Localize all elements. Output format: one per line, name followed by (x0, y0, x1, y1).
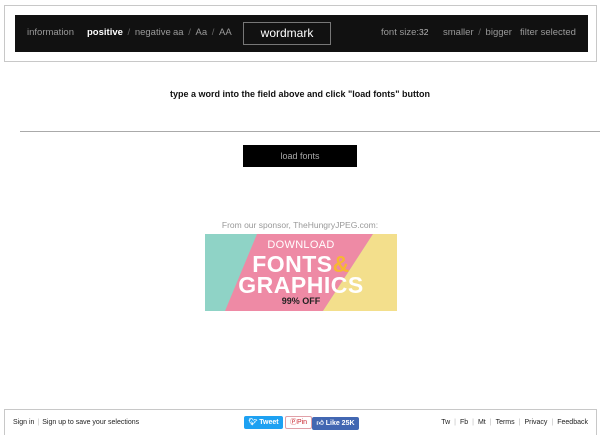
word-input[interactable]: wordmark (243, 22, 331, 45)
divider (20, 131, 600, 132)
footer-separator: | (37, 419, 40, 426)
footer-left: Sign in | Sign up to save your selections (13, 410, 139, 435)
pin-button[interactable]: ⓅPin (285, 416, 312, 429)
footer-separator: | (489, 419, 492, 426)
footer-link-mt[interactable]: Mt (478, 419, 486, 426)
bigger-button[interactable]: bigger (486, 15, 512, 50)
size-separator: / (478, 27, 481, 38)
footer-separator: | (551, 419, 554, 426)
footer-link-fb[interactable]: Fb (460, 419, 468, 426)
case-lower-option[interactable]: aa (173, 15, 184, 50)
case-title-option[interactable]: Aa (196, 15, 208, 50)
footer: Sign in | Sign up to save your selections … (4, 409, 597, 435)
thumbs-up-icon: 👍︎ (316, 420, 324, 427)
information-link[interactable]: information (27, 15, 74, 52)
positive-option[interactable]: positive (87, 15, 123, 50)
sponsor-text: From our sponsor, TheHungryJPEG.com: (221, 220, 379, 230)
footer-link-terms[interactable]: Terms (496, 419, 515, 426)
load-fonts-button[interactable]: load fonts (243, 145, 357, 167)
size-toggle: smaller / bigger (443, 15, 512, 52)
font-size-label: font size: (381, 27, 420, 38)
case-upper-option[interactable]: AA (219, 15, 232, 50)
banner-download-text: DOWNLOAD (267, 239, 335, 251)
case-separator: / (211, 27, 215, 38)
font-size-value: 32 (419, 27, 429, 37)
mode-toggle: positive / negative (87, 15, 171, 52)
banner-graphics-text: GRAPHICS (238, 272, 364, 298)
footer-separator: | (518, 419, 521, 426)
instruction-text: type a word into the field above and cli… (169, 89, 431, 99)
footer-link-tw[interactable]: Tw (441, 419, 450, 426)
mode-separator: / (127, 27, 131, 38)
case-separator: / (188, 27, 191, 38)
footer-links: Tw | Fb | Mt | Terms | Privacy | Feedback (441, 410, 588, 435)
tweet-button[interactable]: 🐦︎ Tweet (244, 416, 283, 429)
filter-selected-link[interactable]: filter selected (520, 15, 576, 52)
case-toggle: aa / Aa / AA (173, 15, 232, 52)
sign-up-link[interactable]: Sign up to save your selections (42, 419, 139, 426)
banner-discount-text: 99% OFF (281, 296, 321, 306)
twitter-bird-icon: 🐦︎ (248, 419, 258, 426)
smaller-button[interactable]: smaller (443, 15, 474, 50)
negative-option[interactable]: negative (135, 15, 171, 50)
font-size-control: font size:32 (381, 15, 429, 52)
sponsor-banner[interactable]: DOWNLOAD FONTS& GRAPHICS 99% OFF (205, 234, 397, 311)
footer-separator: | (454, 419, 456, 426)
top-toolbar: information positive / negative aa / Aa … (15, 15, 588, 52)
sign-in-link[interactable]: Sign in (13, 419, 34, 426)
pinterest-icon: Ⓟ (289, 419, 297, 426)
footer-link-feedback[interactable]: Feedback (557, 419, 588, 426)
footer-separator: | (472, 419, 474, 426)
footer-link-privacy[interactable]: Privacy (524, 419, 547, 426)
facebook-like-button[interactable]: 👍︎ Like 25K (312, 417, 359, 430)
